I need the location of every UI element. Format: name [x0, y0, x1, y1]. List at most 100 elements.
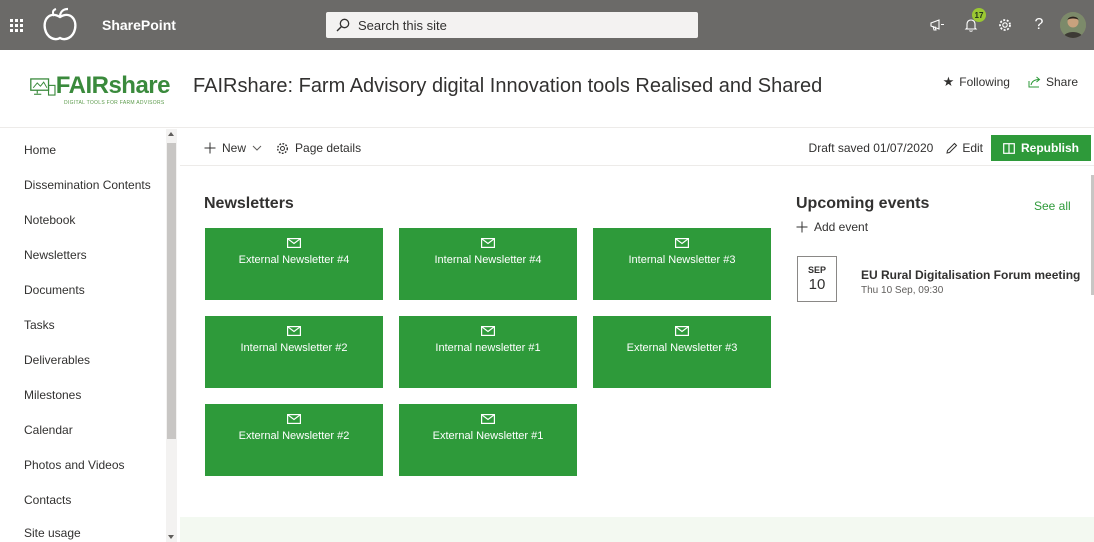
envelope-icon [287, 414, 301, 424]
nav-item-contacts[interactable]: Contacts [24, 493, 71, 507]
nav-item-newsletters[interactable]: Newsletters [24, 248, 87, 262]
envelope-icon [287, 326, 301, 336]
draft-status: Draft saved 01/07/2020 [808, 141, 934, 155]
newsletter-tile-label: Internal Newsletter #3 [628, 254, 736, 266]
nav-scroll-thumb[interactable] [167, 143, 176, 439]
event-date-badge[interactable]: SEP 10 [797, 256, 837, 302]
page-details-button[interactable]: Page details [276, 141, 361, 155]
site-title[interactable]: FAIRshare: Farm Advisory digital Innovat… [193, 75, 822, 98]
logo-text-share: share [108, 72, 170, 99]
following-button[interactable]: ★ Following [943, 74, 1010, 90]
see-all-link[interactable]: See all [1034, 199, 1071, 213]
new-button[interactable]: New [204, 141, 262, 155]
logo-text-fair: FAIR [55, 72, 109, 99]
notifications-button[interactable]: 17 [954, 0, 988, 50]
site-header: FAIRshare DIGITAL TOOLS FOR FARM ADVISOR… [0, 50, 1094, 128]
pencil-icon [946, 142, 958, 154]
share-button[interactable]: Share [1028, 75, 1078, 89]
event-day: 10 [808, 276, 826, 293]
envelope-icon [481, 238, 495, 248]
command-bar: New Page details Draft saved 01/07/2020 … [180, 130, 1094, 166]
nav-item-site-usage[interactable]: Site usage [24, 526, 81, 540]
nav-item-milestones[interactable]: Milestones [24, 388, 81, 402]
book-icon [1003, 142, 1015, 154]
share-label: Share [1045, 75, 1078, 89]
nav-item-tasks[interactable]: Tasks [24, 318, 55, 332]
nav-item-documents[interactable]: Documents [24, 283, 85, 297]
search-placeholder: Search this site [358, 17, 447, 33]
newsletters-heading: Newsletters [204, 195, 294, 212]
main-scrollbar[interactable] [1090, 167, 1094, 517]
page-canvas: Newsletters External Newsletter #4 Inter… [180, 167, 1094, 542]
app-launcher-button[interactable] [2, 0, 30, 50]
scroll-up-icon[interactable] [168, 132, 174, 136]
newsletter-tile-label: Internal Newsletter #4 [434, 254, 542, 266]
nav-item-home[interactable]: Home [24, 143, 56, 157]
envelope-icon [481, 414, 495, 424]
nav-item-calendar[interactable]: Calendar [24, 423, 73, 437]
republish-button[interactable]: Republish [991, 135, 1091, 161]
newsletter-tile-label: External Newsletter #2 [238, 430, 350, 442]
nav-item-deliverables[interactable]: Deliverables [24, 353, 90, 367]
edit-button[interactable]: Edit [945, 141, 983, 155]
add-event-button[interactable]: Add event [796, 220, 868, 234]
newsletter-tile-label: Internal newsletter #1 [435, 342, 541, 354]
newsletter-tile[interactable]: External Newsletter #1 [399, 404, 577, 476]
site-logo[interactable]: FAIRshare DIGITAL TOOLS FOR FARM ADVISOR… [30, 70, 170, 110]
newsletter-tile[interactable]: External Newsletter #3 [593, 316, 771, 388]
share-icon [1028, 76, 1041, 88]
nav-item-dissemination-contents[interactable]: Dissemination Contents [24, 178, 151, 192]
settings-button[interactable] [988, 0, 1022, 50]
next-section-band [180, 517, 1094, 542]
event-title[interactable]: EU Rural Digitalisation Forum meeting [861, 268, 1080, 282]
left-navigation: Home Dissemination Contents Notebook New… [0, 129, 178, 542]
computer-screen-logo-icon [30, 78, 56, 96]
event-time: Thu 10 Sep, 09:30 [861, 285, 944, 296]
waffle-icon [9, 18, 23, 32]
logo-tagline: DIGITAL TOOLS FOR FARM ADVISORS [64, 100, 165, 106]
search-box[interactable]: Search this site [326, 12, 698, 38]
suite-bar: SharePoint Search this site 17 ? [0, 0, 1094, 50]
star-icon: ★ [942, 74, 955, 89]
nav-scrollbar[interactable] [166, 129, 177, 542]
events-heading: Upcoming events [796, 195, 930, 212]
help-icon: ? [1034, 16, 1044, 33]
plus-icon [204, 142, 216, 154]
nav-item-notebook[interactable]: Notebook [24, 213, 75, 227]
new-label: New [222, 141, 247, 155]
app-name[interactable]: SharePoint [102, 17, 176, 33]
envelope-icon [481, 326, 495, 336]
edit-label: Edit [962, 141, 983, 155]
page-details-label: Page details [295, 141, 362, 155]
newsletter-tile-label: External Newsletter #3 [626, 342, 738, 354]
user-photo-icon [1060, 12, 1086, 38]
newsletter-tile[interactable]: Internal Newsletter #2 [205, 316, 383, 388]
apple-logo-icon [43, 7, 77, 41]
newsletter-tile[interactable]: Internal newsletter #1 [399, 316, 577, 388]
newsletter-tile[interactable]: Internal Newsletter #4 [399, 228, 577, 300]
envelope-icon [287, 238, 301, 248]
envelope-icon [675, 326, 689, 336]
megaphone-icon [930, 19, 944, 31]
megaphone-button[interactable] [920, 0, 954, 50]
event-month: SEP [807, 265, 826, 275]
newsletter-tile[interactable]: Internal Newsletter #3 [593, 228, 771, 300]
envelope-icon [675, 238, 689, 248]
plus-icon [796, 221, 808, 233]
notification-badge: 17 [972, 8, 986, 22]
help-button[interactable]: ? [1022, 0, 1056, 50]
newsletter-tile-label: Internal Newsletter #2 [240, 342, 348, 354]
following-label: Following [959, 75, 1010, 89]
nav-item-photos-and-videos[interactable]: Photos and Videos [24, 458, 125, 472]
newsletter-tile[interactable]: External Newsletter #4 [205, 228, 383, 300]
newsletter-tile[interactable]: External Newsletter #2 [205, 404, 383, 476]
newsletter-tile-label: External Newsletter #4 [238, 254, 350, 266]
republish-label: Republish [1020, 141, 1079, 155]
chevron-down-icon [252, 145, 262, 151]
scroll-down-icon[interactable] [168, 535, 174, 539]
search-icon [336, 18, 350, 32]
tenant-logo[interactable] [30, 0, 90, 50]
newsletter-tile-label: External Newsletter #1 [432, 430, 544, 442]
add-event-label: Add event [814, 220, 869, 234]
avatar[interactable] [1060, 12, 1086, 38]
